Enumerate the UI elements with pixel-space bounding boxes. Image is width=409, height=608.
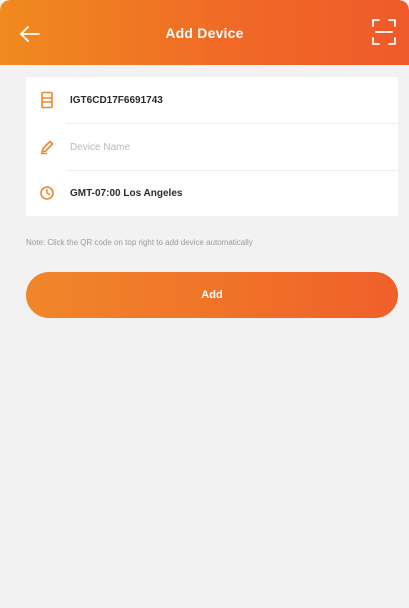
- clock-icon: [38, 184, 56, 202]
- device-id-value: IGT6CD17F6691743: [70, 94, 163, 106]
- header-bar: Add Device: [0, 0, 409, 65]
- edit-icon: [38, 138, 56, 156]
- device-icon: [38, 91, 56, 109]
- add-button[interactable]: Add: [26, 272, 398, 318]
- arrow-left-icon: [20, 26, 40, 42]
- add-device-screen: Add Device IGT6CD17F6691743 Device Name …: [0, 0, 409, 608]
- device-id-row: IGT6CD17F6691743: [26, 77, 398, 123]
- device-name-input[interactable]: [70, 141, 350, 153]
- back-button[interactable]: [16, 22, 42, 46]
- qr-scan-button[interactable]: [369, 16, 399, 48]
- page-title: Add Device: [165, 24, 244, 41]
- hint-text: Note: Click the QR code on top right to …: [26, 238, 253, 247]
- timezone-row[interactable]: GMT-07:00 Los Angeles: [26, 170, 398, 216]
- qr-scan-icon: [372, 19, 396, 45]
- timezone-value: GMT-07:00 Los Angeles: [70, 187, 183, 199]
- device-form-card: IGT6CD17F6691743 GMT-07:00 Los Angeles: [26, 77, 398, 216]
- device-name-row: [26, 124, 398, 170]
